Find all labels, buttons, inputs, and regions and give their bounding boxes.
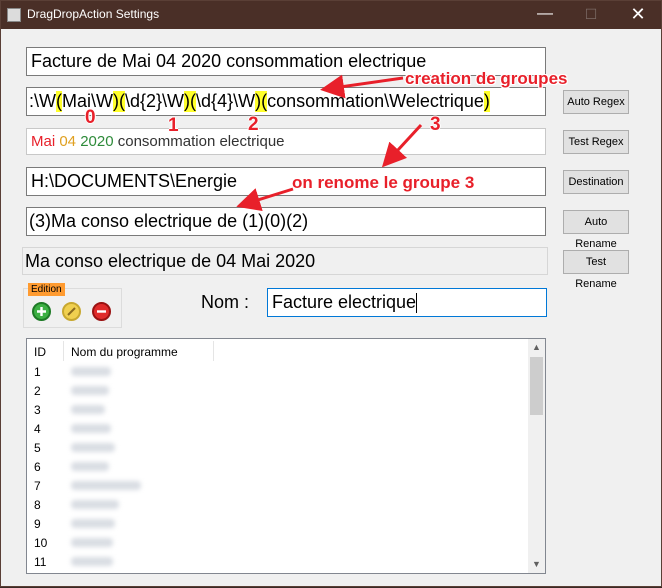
- remove-icon[interactable]: [92, 302, 111, 321]
- settings-window: DragDropAction Settings — ☐ ✕ Facture de…: [0, 0, 662, 587]
- list-item-id: 1: [34, 365, 41, 379]
- arrow-to-rename-pattern: [236, 187, 294, 212]
- edit-icon[interactable]: [62, 302, 81, 321]
- list-item-name-redacted: [71, 538, 113, 547]
- column-separator[interactable]: [63, 341, 64, 361]
- list-item-name-redacted: [71, 367, 111, 376]
- scroll-up-icon[interactable]: ▲: [528, 339, 545, 356]
- list-item-name-redacted: [71, 443, 115, 452]
- list-item-name-redacted: [71, 519, 115, 528]
- nom-label: Nom :: [201, 292, 250, 312]
- list-item-id: 11: [34, 555, 47, 569]
- program-list[interactable]: ID Nom du programme 1 2 3 4 5 6 7 8 9 10 11 ▲ ▼: [26, 338, 546, 574]
- list-item[interactable]: 3: [27, 401, 529, 420]
- scroll-down-icon[interactable]: ▼: [528, 556, 545, 573]
- list-item-name-redacted: [71, 424, 111, 433]
- list-item-id: 3: [34, 403, 41, 417]
- list-item[interactable]: 11: [27, 553, 529, 572]
- list-item[interactable]: 6: [27, 458, 529, 477]
- list-item-id: 4: [34, 422, 41, 436]
- list-item-name-redacted: [71, 386, 109, 395]
- text-cursor: [416, 293, 418, 314]
- list-item[interactable]: 5: [27, 439, 529, 458]
- list-item-id: 8: [34, 498, 41, 512]
- column-separator[interactable]: [213, 341, 214, 361]
- nom-input-value: Facture electrique: [272, 292, 417, 312]
- add-icon[interactable]: [32, 302, 51, 321]
- arrow-to-regex-group: [320, 74, 404, 99]
- list-item[interactable]: 4: [27, 420, 529, 439]
- list-item-id: 9: [34, 517, 41, 531]
- list-item-name-redacted: [71, 481, 141, 490]
- list-item-id: 10: [34, 536, 48, 550]
- list-item-id: 5: [34, 441, 41, 455]
- list-item-id: 2: [34, 384, 41, 398]
- list-item-name-redacted: [71, 405, 105, 414]
- scroll-thumb[interactable]: [530, 357, 543, 415]
- list-item[interactable]: 1: [27, 363, 529, 382]
- list-item[interactable]: 8: [27, 496, 529, 515]
- list-item[interactable]: 9: [27, 515, 529, 534]
- list-item[interactable]: 7: [27, 477, 529, 496]
- vertical-scrollbar[interactable]: ▲ ▼: [528, 339, 545, 573]
- arrow-to-group3-result: [381, 123, 423, 168]
- column-header-id[interactable]: ID: [34, 345, 46, 359]
- list-item-id: 7: [34, 479, 41, 493]
- nom-input[interactable]: Facture electrique: [267, 288, 547, 317]
- column-header-name[interactable]: Nom du programme: [71, 345, 178, 359]
- list-item-name-redacted: [71, 500, 119, 509]
- list-item-id: 6: [34, 460, 41, 474]
- list-header: ID Nom du programme: [27, 339, 529, 363]
- list-item[interactable]: 10: [27, 534, 529, 553]
- list-item-name-redacted: [71, 462, 109, 471]
- edition-label: Edition: [28, 283, 65, 296]
- list-item-name-redacted: [71, 557, 113, 566]
- list-item[interactable]: 2: [27, 382, 529, 401]
